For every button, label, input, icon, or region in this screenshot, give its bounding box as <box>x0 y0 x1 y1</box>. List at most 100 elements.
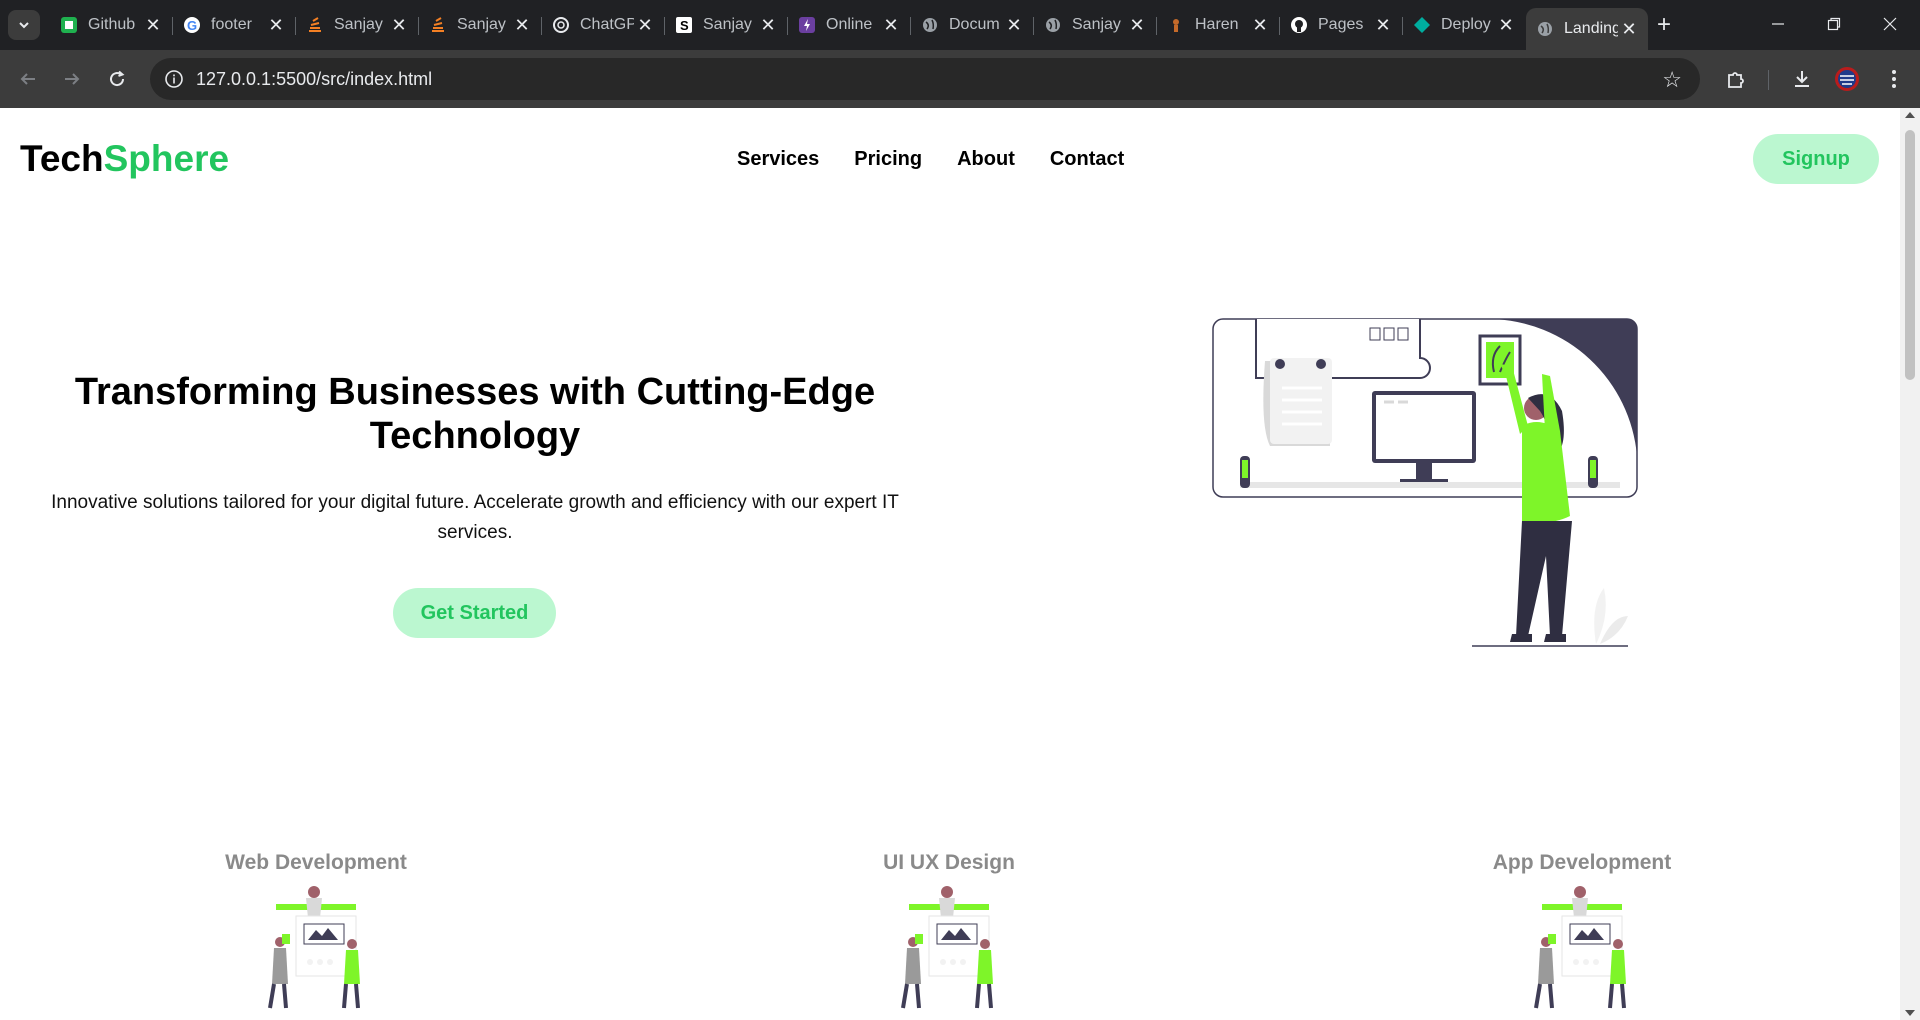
hero-subtitle: Innovative solutions tailored for your d… <box>51 492 899 543</box>
logo[interactable]: TechSphere <box>20 138 229 180</box>
nav-contact[interactable]: Contact <box>1050 148 1124 171</box>
stackoverflow-icon <box>306 16 324 34</box>
google-icon: G <box>183 16 201 34</box>
main-nav: Services Pricing About Contact <box>737 148 1159 171</box>
get-started-button[interactable]: Get Started <box>393 588 556 638</box>
close-icon[interactable]: ✕ <box>511 15 533 36</box>
close-icon[interactable]: ✕ <box>1372 15 1394 36</box>
tab-title: Online <box>826 16 873 33</box>
logo-text-accent: Sphere <box>103 138 230 179</box>
bookmark-star-icon[interactable]: ☆ <box>1662 67 1682 93</box>
close-icon[interactable]: ✕ <box>142 15 164 36</box>
site-info-icon[interactable] <box>164 69 184 89</box>
globe-icon <box>1536 20 1554 38</box>
minimize-icon <box>1772 23 1784 25</box>
tab-title: Pages <box>1318 16 1364 33</box>
close-icon[interactable]: ✕ <box>757 15 779 36</box>
ui-ux-design-illustration <box>901 886 993 1009</box>
hero-title: Transforming Businesses with Cutting-Edg… <box>74 371 876 457</box>
tab[interactable]: G footer ✕ <box>173 8 296 42</box>
tab-title: Sanjay <box>334 16 383 33</box>
tab[interactable]: Sanjay ✕ <box>1034 8 1157 42</box>
svg-text:G: G <box>187 18 197 33</box>
browser-toolbar: 127.0.0.1:5500/src/index.html ☆ <box>0 50 1920 108</box>
tab-title: ChatGPT <box>580 16 634 33</box>
tab-active[interactable]: Landing ✕ <box>1526 8 1648 50</box>
tab-title: Docum <box>949 16 1000 33</box>
tab[interactable]: Deploy ✕ <box>1403 8 1525 42</box>
tab[interactable]: S Sanjay ✕ <box>665 8 788 42</box>
tab[interactable]: Pages ✕ <box>1280 8 1403 42</box>
chevron-down-icon <box>19 22 29 29</box>
close-icon[interactable]: ✕ <box>265 15 287 36</box>
page-scrollbar[interactable] <box>1900 108 1920 1020</box>
figure-icon <box>1167 16 1185 34</box>
tab-title: Sanjay <box>457 16 506 33</box>
globe-icon <box>921 16 939 34</box>
minimize-button[interactable] <box>1758 8 1798 40</box>
nav-pricing[interactable]: Pricing <box>854 148 922 171</box>
close-icon[interactable]: ✕ <box>1495 15 1517 36</box>
tab-title: Github <box>88 16 136 33</box>
green-square-icon <box>60 16 78 34</box>
stackoverflow-icon <box>429 16 447 34</box>
tab[interactable]: Sanjay ✕ <box>419 8 542 42</box>
s-logo-icon: S <box>675 16 693 34</box>
service-title-app-development: App Development <box>1492 851 1672 874</box>
service-title-web-development: Web Development <box>225 851 407 874</box>
tab-strip: Github ✕ G footer ✕ Sanjay ✕ Sanjay ✕ Ch… <box>0 0 1920 50</box>
reload-button[interactable] <box>101 63 133 95</box>
tab[interactable]: Docum ✕ <box>911 8 1034 42</box>
arrow-left-icon <box>20 73 35 85</box>
service-title-ui-ux-design: UI UX Design <box>883 851 1015 874</box>
plus-icon: + <box>1656 11 1671 38</box>
close-icon <box>1883 17 1897 31</box>
extensions-icon[interactable] <box>1722 65 1750 93</box>
web-development-illustration <box>268 886 360 1009</box>
scroll-down-arrow-icon[interactable] <box>1905 1010 1915 1016</box>
globe-icon <box>1044 16 1062 34</box>
nav-services[interactable]: Services <box>737 148 819 171</box>
menu-kebab-icon[interactable] <box>1880 65 1908 93</box>
tab[interactable]: Sanjay ✕ <box>296 8 419 42</box>
close-icon[interactable]: ✕ <box>1126 15 1148 36</box>
restore-icon <box>1827 17 1841 31</box>
close-icon[interactable]: ✕ <box>388 15 410 36</box>
close-icon[interactable]: ✕ <box>1618 19 1640 40</box>
address-bar[interactable]: 127.0.0.1:5500/src/index.html ☆ <box>150 58 1700 100</box>
restore-button[interactable] <box>1814 8 1854 40</box>
tab-title: Deploy <box>1441 16 1491 33</box>
signup-button[interactable]: Signup <box>1753 134 1879 184</box>
url-text[interactable]: 127.0.0.1:5500/src/index.html <box>196 69 432 90</box>
nav-about[interactable]: About <box>957 148 1015 171</box>
openai-icon <box>552 16 570 34</box>
tab[interactable]: Online ✕ <box>788 8 911 42</box>
page-viewport: TechSphere Services Pricing About Contac… <box>0 108 1900 1020</box>
scroll-up-arrow-icon[interactable] <box>1905 112 1915 118</box>
new-tab-button[interactable]: + <box>1650 10 1678 40</box>
diamond-icon <box>1413 16 1431 34</box>
close-icon[interactable]: ✕ <box>1249 15 1271 36</box>
app-development-illustration <box>1534 886 1626 1009</box>
logo-text-primary: Tech <box>20 138 104 179</box>
tab-title: Landing <box>1564 20 1618 37</box>
profile-avatar[interactable] <box>1833 65 1861 93</box>
hero-illustration <box>1212 318 1638 647</box>
tab[interactable]: Github ✕ <box>50 8 173 42</box>
tab[interactable]: ChatGPT ✕ <box>542 8 665 42</box>
download-icon[interactable] <box>1788 65 1816 93</box>
tab-title: footer <box>211 16 252 33</box>
bolt-icon <box>798 16 816 34</box>
scrollbar-thumb[interactable] <box>1905 130 1915 380</box>
forward-button[interactable] <box>56 63 88 95</box>
back-button[interactable] <box>12 63 44 95</box>
reload-icon <box>110 70 125 87</box>
tab[interactable]: Haren ✕ <box>1157 8 1280 42</box>
svg-text:S: S <box>680 18 689 33</box>
tab-search-button[interactable] <box>8 10 40 40</box>
github-icon <box>1290 16 1308 34</box>
close-window-button[interactable] <box>1870 8 1910 40</box>
close-icon[interactable]: ✕ <box>1003 15 1025 36</box>
close-icon[interactable]: ✕ <box>880 15 902 36</box>
close-icon[interactable]: ✕ <box>634 15 656 36</box>
